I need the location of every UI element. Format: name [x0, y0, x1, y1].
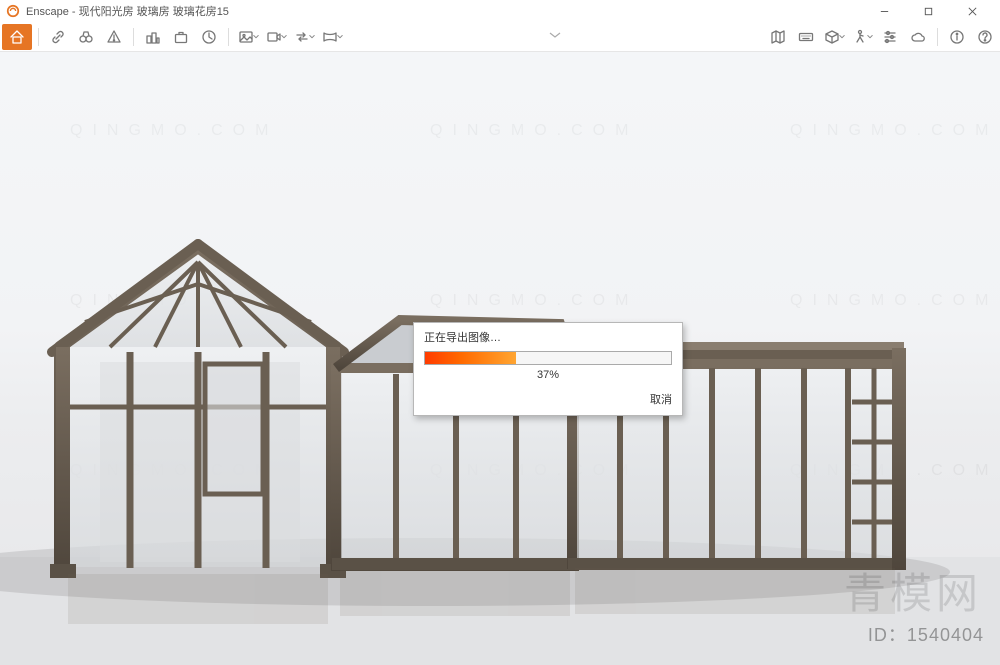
help-icon[interactable] [972, 24, 998, 50]
sliders-icon[interactable] [877, 24, 903, 50]
app-icon [6, 4, 20, 18]
home-button[interactable] [2, 24, 32, 50]
progress-bar [424, 351, 672, 365]
dialog-title: 正在导出图像… [414, 323, 682, 349]
walk-icon[interactable] [849, 24, 875, 50]
toolbar-flex [347, 31, 763, 43]
title-bar: Enscape - 现代阳光房 玻璃房 玻璃花房15 [0, 0, 1000, 22]
cloud-icon[interactable] [905, 24, 931, 50]
keyboard-icon[interactable] [793, 24, 819, 50]
swap-icon[interactable] [291, 24, 317, 50]
minimize-button[interactable] [862, 0, 906, 22]
progress-bar-fill [425, 352, 516, 364]
info-icon[interactable] [944, 24, 970, 50]
cube-icon[interactable] [821, 24, 847, 50]
link-icon[interactable] [45, 24, 71, 50]
window-title: Enscape - 现代阳光房 玻璃房 玻璃花房15 [26, 3, 229, 19]
video-export-icon[interactable] [263, 24, 289, 50]
close-button[interactable] [950, 0, 994, 22]
toolbar-expand-caret[interactable] [541, 31, 569, 43]
town-icon[interactable] [140, 24, 166, 50]
warning-icon[interactable] [101, 24, 127, 50]
toolbar-separator [937, 28, 938, 46]
suitcase-icon[interactable] [168, 24, 194, 50]
toolbar [0, 22, 1000, 52]
progress-percent: 37% [414, 367, 682, 387]
toolbar-separator [38, 28, 39, 46]
cancel-button[interactable]: 取消 [650, 391, 672, 407]
image-export-icon[interactable] [235, 24, 261, 50]
clock-icon[interactable] [196, 24, 222, 50]
export-progress-dialog: 正在导出图像… 37% 取消 [413, 322, 683, 416]
toolbar-separator [133, 28, 134, 46]
viewport-3d[interactable]: QINGMO.COM QINGMO.COM QINGMO.COM QINGMO.… [0, 52, 1000, 665]
panorama-icon[interactable] [319, 24, 345, 50]
map-icon[interactable] [765, 24, 791, 50]
maximize-button[interactable] [906, 0, 950, 22]
toolbar-separator [228, 28, 229, 46]
binoculars-icon[interactable] [73, 24, 99, 50]
